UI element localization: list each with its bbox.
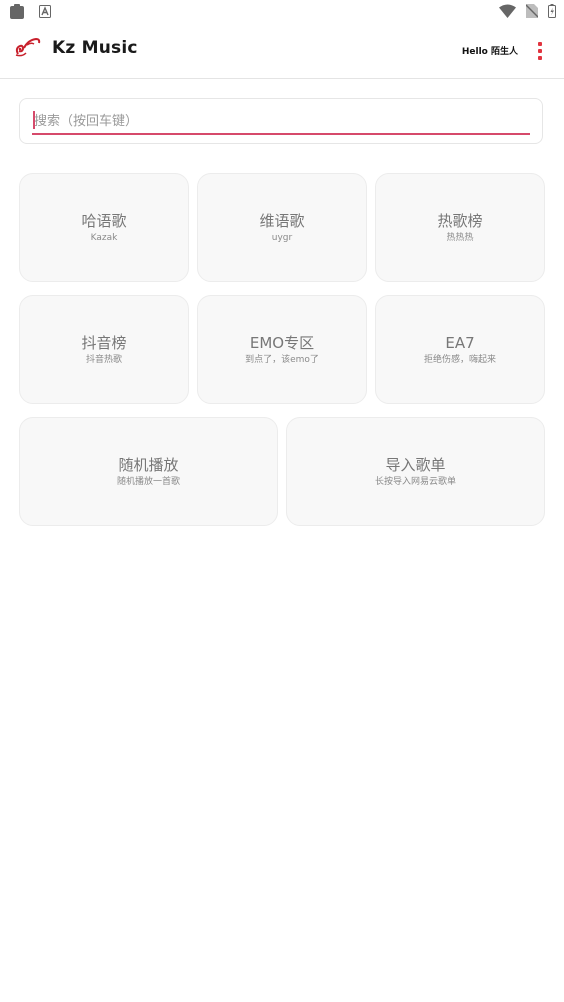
more-menu-button[interactable] [530,38,550,64]
screen: Kz Music Hello 陌生人 哈语歌 Kazak 维语歌 uygr 热歌… [0,0,564,1002]
status-bar [0,0,564,24]
tile-title: 抖音榜 [81,333,127,352]
tile-import-playlist[interactable]: 导入歌单 长按导入网易云歌单 [286,417,545,526]
wifi-icon [499,4,516,18]
search-input[interactable] [32,109,530,135]
battery-charging-icon [548,4,556,18]
search-card [19,98,543,144]
tile-title: 随机播放 [118,455,179,474]
tile-subtitle: 热热热 [446,232,474,243]
greeting-text: Hello 陌生人 [461,47,518,57]
tile-douyin-chart[interactable]: 抖音榜 抖音热歌 [19,295,189,404]
tile-subtitle: 拒绝伤感，嗨起来 [423,354,496,365]
app-title: Kz Music [52,38,138,58]
app-header: Kz Music Hello 陌生人 [0,24,564,79]
text-caret [33,111,35,129]
tile-subtitle: uygr [271,232,293,243]
tile-ea7[interactable]: EA7 拒绝伤感，嗨起来 [375,295,545,404]
tile-hot-chart[interactable]: 热歌榜 热热热 [375,173,545,282]
tile-uyghur-songs[interactable]: 维语歌 uygr [197,173,367,282]
no-sim-icon [526,4,538,18]
more-vertical-icon [538,42,542,46]
tile-random-play[interactable]: 随机播放 随机播放一首歌 [19,417,278,526]
tile-title: 导入歌单 [385,455,446,474]
more-vertical-icon-dot [538,49,542,53]
tile-subtitle: 长按导入网易云歌单 [374,476,456,487]
tile-title: 哈语歌 [81,211,127,230]
tile-subtitle: 到点了，该emo了 [245,354,319,365]
dragon-logo-icon [14,36,42,62]
font-a-icon [39,5,51,18]
clipboard-icon [9,4,25,19]
tile-title: EA7 [445,333,475,352]
tile-title: 热歌榜 [437,211,483,230]
tile-subtitle: 抖音热歌 [85,354,122,365]
tile-title: EMO专区 [249,333,315,352]
tile-subtitle: 随机播放一首歌 [116,476,180,487]
tile-subtitle: Kazak [90,232,118,243]
tile-emo-zone[interactable]: EMO专区 到点了，该emo了 [197,295,367,404]
tile-title: 维语歌 [259,211,305,230]
more-vertical-icon-dot [538,56,542,60]
tile-kazak-songs[interactable]: 哈语歌 Kazak [19,173,189,282]
